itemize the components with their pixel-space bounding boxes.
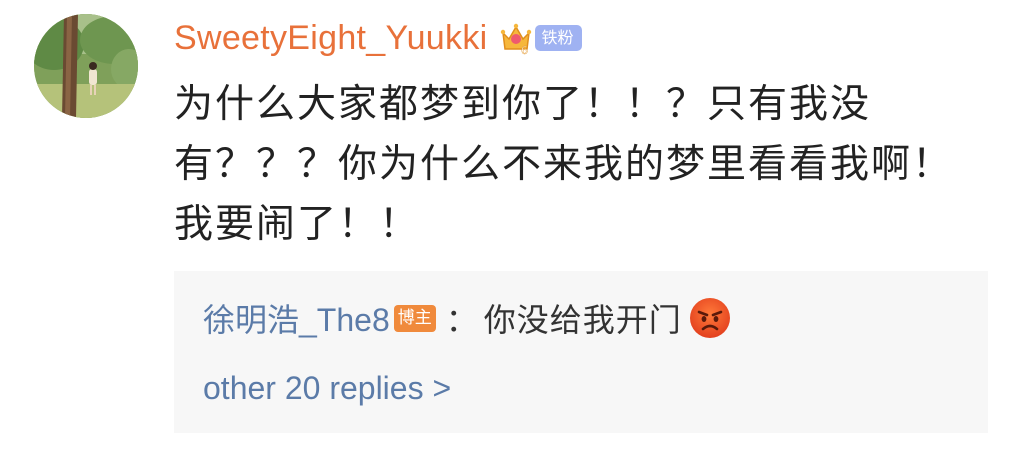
angry-face-icon xyxy=(689,298,730,338)
username[interactable]: SweetyEight_Yuukki xyxy=(174,19,487,58)
level-number: 6 xyxy=(521,44,528,55)
avatar-photo xyxy=(34,14,138,118)
host-tag: 博主 xyxy=(393,304,436,332)
reply-item: 徐明浩_The8 博主 ： 你没给我开门 xyxy=(203,293,732,343)
crown-level-badge-icon[interactable]: 6 xyxy=(499,21,533,55)
fan-tag: 铁粉 xyxy=(535,25,582,51)
comment-line: 我要闹了！！ xyxy=(174,202,421,247)
comment-line: 有？？？你为什么不来我的梦里看看我啊！ xyxy=(174,142,954,187)
reply-text: 你没给我开门 xyxy=(483,301,682,339)
comment-body: 为什么大家都梦到你了！！？只有我没 有？？？你为什么不来我的梦里看看我啊！ 我要… xyxy=(174,75,974,255)
comment-item: SweetyEight_Yuukki 6 铁粉 为什么大家都梦到你了！！？只有我… xyxy=(0,0,1024,452)
username-row: SweetyEight_Yuukki 6 铁粉 xyxy=(174,12,582,64)
reply-author[interactable]: 徐明浩_The8 xyxy=(203,295,390,341)
more-replies-link[interactable]: other 20 replies > xyxy=(203,363,451,413)
user-avatar[interactable] xyxy=(34,14,138,118)
reply-separator: ： xyxy=(445,301,478,339)
comment-line: 为什么大家都梦到你了！！？只有我没 xyxy=(174,82,872,127)
reply-box: 徐明浩_The8 博主 ： 你没给我开门 other 20 replies > xyxy=(174,271,988,433)
